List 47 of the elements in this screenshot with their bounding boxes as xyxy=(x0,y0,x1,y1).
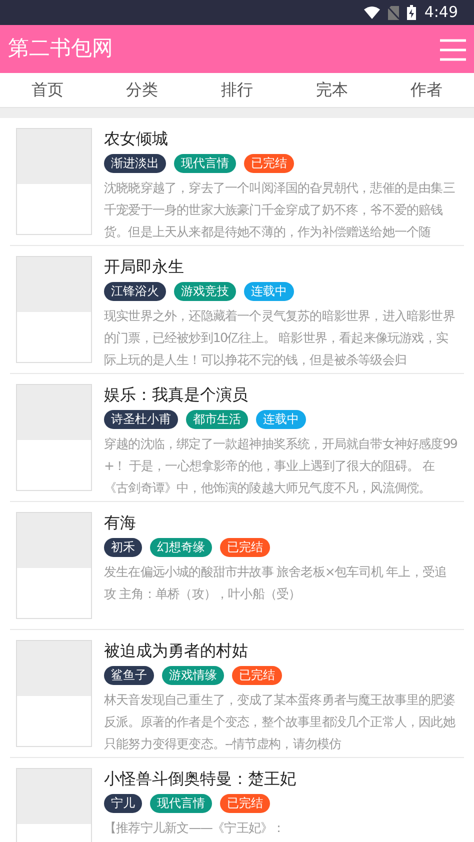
book-tag: 都市生活 xyxy=(186,410,248,429)
book-title[interactable]: 小怪兽斗倒奥特曼：楚王妃 xyxy=(104,768,458,790)
book-title[interactable]: 被迫成为勇者的村姑 xyxy=(104,640,458,662)
cover-placeholder[interactable] xyxy=(16,256,92,363)
book-tag: 鲨鱼子 xyxy=(104,666,154,685)
book-tag: 已完结 xyxy=(220,538,270,557)
book-tag: 游戏情缘 xyxy=(162,666,224,685)
nav-tab[interactable]: 完本 xyxy=(310,78,354,102)
nav-tab[interactable]: 作者 xyxy=(404,78,449,102)
book-description: 穿越的沈临，绑定了一款超神抽奖系统，开局就自带女神好感度99+！ 于是，一心想拿影帝的他，事业上遇到了很大的阻碍。 在《古剑奇谭》中，他饰演的陵越大师兄气度不凡，风流倜傥。 xyxy=(104,435,458,497)
wifi-icon xyxy=(364,6,380,19)
book-tag: 江锋浴火 xyxy=(104,282,166,301)
book-tag: 游戏竞技 xyxy=(174,282,236,301)
book-description: 现实世界之外，还隐藏着一个灵气复苏的暗影世界，进入暗影世界的门票，已经被炒到10亿往上。 暗影世界，看起来像玩游戏，实际上玩的是人生！可以挣花不完的钱，但是被杀等级会归 xyxy=(104,307,456,369)
status-time: 4:49 xyxy=(424,2,458,24)
cover-placeholder[interactable] xyxy=(16,128,92,235)
cover-placeholder[interactable] xyxy=(16,384,92,491)
book-title[interactable]: 有海 xyxy=(104,512,458,534)
book-tag: 已完结 xyxy=(244,154,294,173)
book-description: 发生在偏远小城的酸甜市井故事 旅舍老板×包车司机 年上，受追攻 主角：单桥（攻），叶小船（受） xyxy=(104,563,448,603)
app-title: 第二书包网 xyxy=(8,35,113,62)
book-tag: 诗圣杜小甫 xyxy=(104,410,178,429)
book-description: 【推荐宁儿新文——《宁王妃》： xyxy=(104,819,286,837)
book-tag: 现代言情 xyxy=(174,154,236,173)
book-tag: 连载中 xyxy=(256,410,306,429)
nav-tab[interactable]: 首页 xyxy=(25,78,70,102)
book-tag: 已完结 xyxy=(232,666,282,685)
nav-tab[interactable]: 排行 xyxy=(214,78,259,102)
cover-placeholder[interactable] xyxy=(16,512,92,619)
book-tag: 渐进淡出 xyxy=(104,154,166,173)
cover-placeholder[interactable] xyxy=(16,640,92,747)
book-tag: 宁儿 xyxy=(104,794,142,813)
book-description: 沈晓晓穿越了，穿去了一个叫阅泽国的旮旯朝代，悲催的是由集三千宠爱于一身的世家大族豪门千金穿成了奶不疼，爷不爱的赔钱货。但是上天从来都是待她不薄的，作为补偿赠送给她一个随 xyxy=(104,179,456,241)
book-tag: 连载中 xyxy=(244,282,294,301)
book-tag: 现代言情 xyxy=(150,794,212,813)
menu-button[interactable] xyxy=(440,37,466,61)
book-title[interactable]: 娱乐：我真是个演员 xyxy=(104,384,458,406)
book-title[interactable]: 开局即永生 xyxy=(104,256,458,278)
book-title[interactable]: 农女倾城 xyxy=(104,128,458,150)
cover-placeholder[interactable] xyxy=(16,768,92,842)
book-tag: 初禾 xyxy=(104,538,142,557)
book-description: 林天音发现自己重生了，变成了某本蛋疼勇者与魔王故事里的肥婆反派。原著的作者是个变态，整个故事里都没几个正常人，因此她只能努力变得更变态。--情节虚构，请勿模仿 xyxy=(104,691,456,753)
nav-tab[interactable]: 分类 xyxy=(120,78,164,102)
no-sim-icon xyxy=(388,6,400,20)
book-tag: 已完结 xyxy=(220,794,270,813)
book-tag: 幻想奇缘 xyxy=(150,538,212,557)
battery-charging-icon xyxy=(407,5,416,20)
